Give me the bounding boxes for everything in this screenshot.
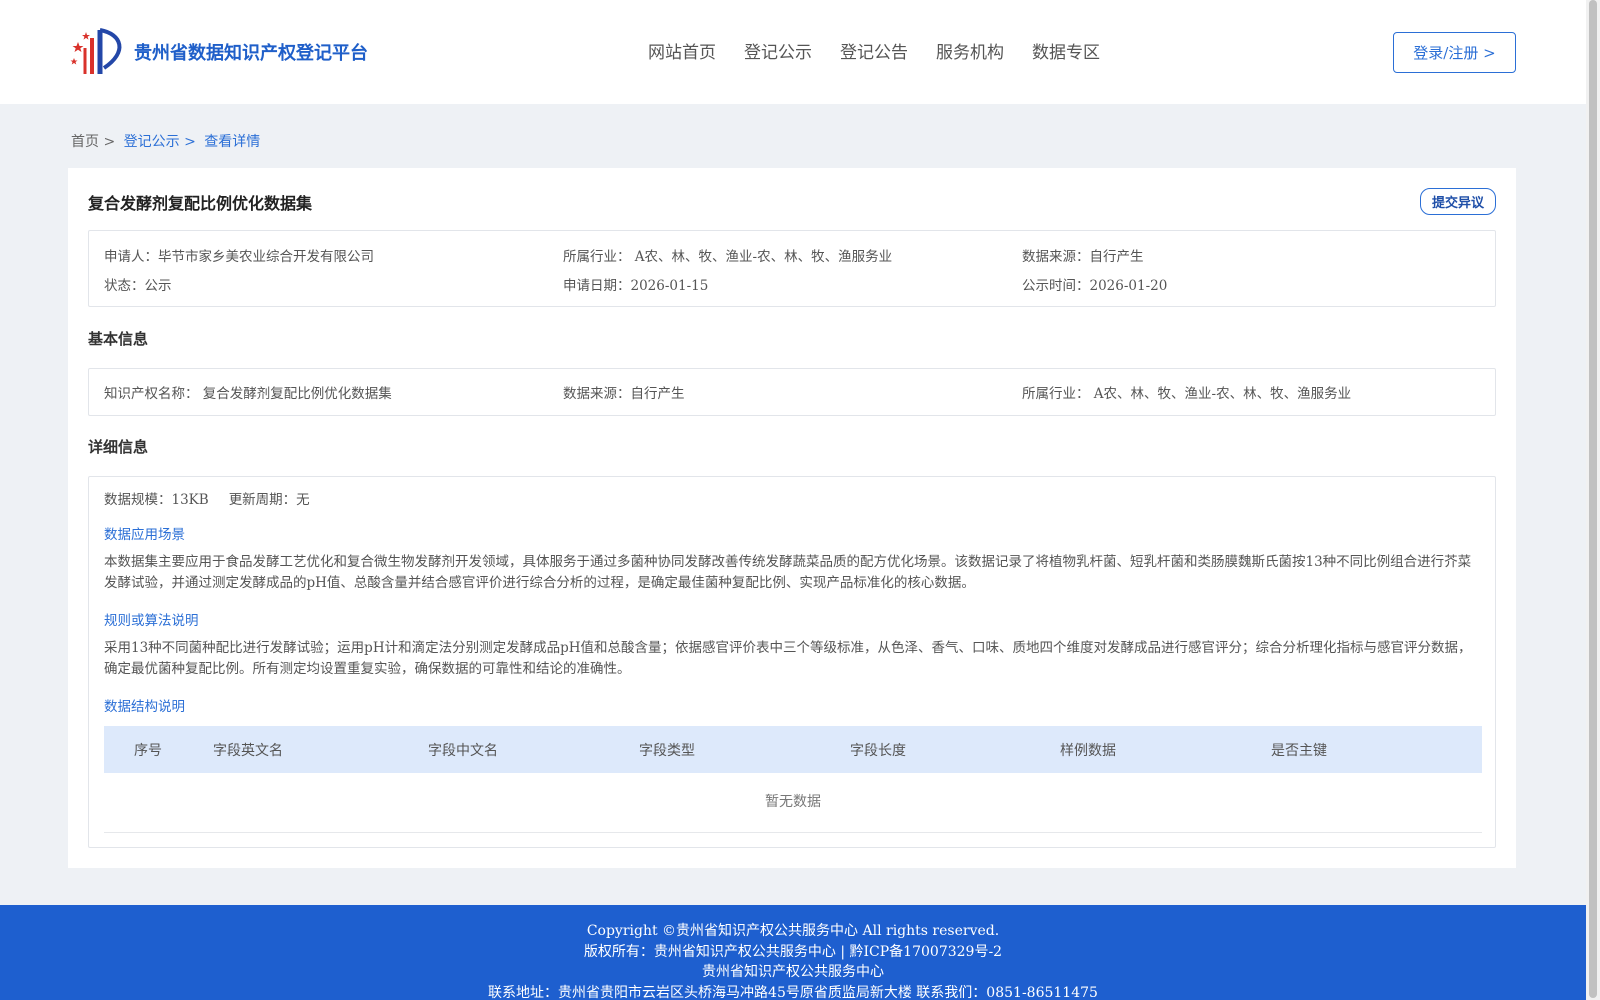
breadcrumb: 首页 > 登记公示 > 查看详情 — [71, 131, 264, 151]
structure-heading: 数据结构说明 — [104, 699, 185, 715]
nav-home[interactable]: 网站首页 — [648, 38, 716, 63]
detail-card: 复合发酵剂复配比例优化数据集 提交异议 申请人：毕节市家乡美农业综合开发有限公司… — [68, 168, 1516, 868]
applicant: 申请人：毕节市家乡美农业综合开发有限公司 — [104, 249, 374, 265]
update-cycle: 更新周期：无 — [228, 492, 310, 508]
structure-table-header: 序号 字段英文名 字段中文名 字段类型 字段长度 样例数据 是否主键 — [104, 726, 1482, 773]
table-empty-state: 暂无数据 — [104, 773, 1482, 833]
nav-announcement[interactable]: 登记公告 — [840, 38, 908, 63]
publicity-time: 公示时间：2026-01-20 — [1022, 278, 1168, 294]
apply-date: 申请日期：2026-01-15 — [563, 278, 709, 294]
submit-objection-button[interactable]: 提交异议 — [1420, 188, 1496, 215]
col-primary-key: 是否主键 — [1271, 743, 1327, 759]
col-field-length: 字段长度 — [850, 743, 906, 759]
footer-address: 联系地址：贵州省贵阳市云岩区头桥海马冲路45号原省质监局新大楼 联系我们：085… — [488, 985, 1098, 1000]
nav-data-zone[interactable]: 数据专区 — [1032, 38, 1100, 63]
nav-service-agencies[interactable]: 服务机构 — [936, 38, 1004, 63]
rule-heading: 规则或算法说明 — [104, 613, 199, 629]
basic-industry: 所属行业： A农、林、牧、渔业-农、林、牧、渔服务业 — [1022, 386, 1352, 402]
col-index: 序号 — [134, 743, 162, 759]
col-field-cn: 字段中文名 — [428, 743, 498, 759]
footer-org: 贵州省知识产权公共服务中心 — [702, 964, 884, 980]
site-header: 贵州省数据知识产权登记平台 网站首页 登记公示 登记公告 服务机构 数据专区 登… — [0, 0, 1586, 104]
main-nav: 网站首页 登记公示 登记公告 服务机构 数据专区 — [648, 38, 1100, 63]
breadcrumb-home[interactable]: 首页 > — [71, 134, 115, 150]
col-field-en: 字段英文名 — [213, 743, 283, 759]
data-source: 数据来源：自行产生 — [1022, 249, 1144, 265]
col-field-type: 字段类型 — [639, 743, 695, 759]
scrollbar-thumb[interactable] — [1589, 0, 1597, 998]
basic-info-box: 知识产权名称： 复合发酵剂复配比例优化数据集 数据来源：自行产生 所属行业： A… — [88, 368, 1496, 416]
rule-text: 采用13种不同菌种配比进行发酵试验；运用pH计和滴定法分别测定发酵成品pH值和总… — [104, 640, 1472, 677]
scene-heading: 数据应用场景 — [104, 527, 185, 543]
detail-info-heading: 详细信息 — [88, 438, 149, 456]
ip-name: 知识产权名称： 复合发酵剂复配比例优化数据集 — [104, 386, 392, 402]
detail-info-box: 数据规模：13KB 更新周期：无 数据应用场景 本数据集主要应用于食品发酵工艺优… — [88, 476, 1496, 848]
basic-data-source: 数据来源：自行产生 — [563, 386, 685, 402]
page-title: 复合发酵剂复配比例优化数据集 — [88, 194, 313, 213]
footer-copyright: Copyright ©贵州省知识产权公共服务中心 All rights rese… — [586, 923, 1000, 939]
login-register-button[interactable]: 登录/注册 > — [1393, 32, 1516, 73]
page-scrollbar[interactable] — [1586, 0, 1600, 1000]
industry: 所属行业： A农、林、牧、渔业-农、林、牧、渔服务业 — [563, 249, 893, 265]
breadcrumb-publicity[interactable]: 登记公示 > — [124, 134, 196, 150]
col-sample-data: 样例数据 — [1060, 743, 1116, 759]
breadcrumb-current: 查看详情 — [204, 134, 261, 150]
summary-box: 申请人：毕节市家乡美农业综合开发有限公司 所属行业： A农、林、牧、渔业-农、林… — [88, 230, 1496, 307]
site-logo[interactable]: 贵州省数据知识产权登记平台 — [70, 26, 368, 78]
scene-text: 本数据集主要应用于食品发酵工艺优化和复合微生物发酵剂开发领域，具体服务于通过多菌… — [104, 554, 1472, 591]
site-title: 贵州省数据知识产权登记平台 — [134, 43, 368, 64]
site-footer: Copyright ©贵州省知识产权公共服务中心 All rights rese… — [0, 905, 1586, 1000]
basic-info-heading: 基本信息 — [88, 330, 149, 348]
logo-emblem-icon — [70, 26, 128, 78]
data-scale: 数据规模：13KB — [104, 492, 209, 508]
status: 状态：公示 — [104, 278, 172, 294]
nav-publicity[interactable]: 登记公示 — [744, 38, 812, 63]
footer-owner: 版权所有：贵州省知识产权公共服务中心 | 黔ICP备17007329号-2 — [583, 944, 1003, 960]
